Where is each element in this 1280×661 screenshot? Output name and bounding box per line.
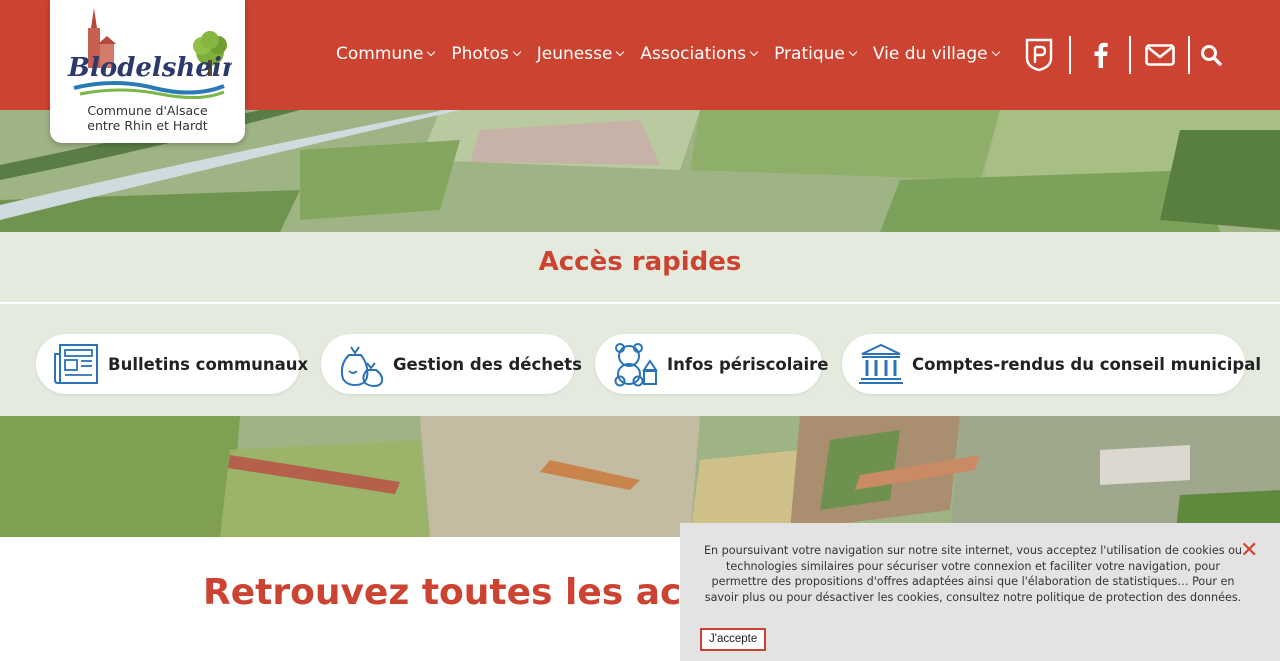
main-nav: Commune Photos Jeunesse Associations Pra… (336, 42, 1016, 66)
logo-subtitle-line2: entre Rhin et Hardt (87, 118, 208, 133)
nav-label: Jeunesse (536, 44, 613, 64)
site-header: Blodelsheim Commune d'Alsace entre Rhin … (0, 0, 1280, 143)
logo-subtitle: Commune d'Alsace entre Rhin et Hardt (50, 103, 245, 133)
cookie-banner: En poursuivant votre navigation sur notr… (680, 523, 1280, 661)
quick-access-panel: Accès rapides Bulletins communaux Gestio… (0, 232, 1280, 416)
quick-link-label: Infos périscolaire (667, 354, 829, 374)
quick-link-dechets[interactable]: Gestion des déchets (321, 334, 582, 394)
chevron-down-icon (616, 47, 625, 57)
header-divider (1129, 36, 1131, 74)
chevron-down-icon (512, 47, 522, 57)
newspaper-icon (52, 341, 100, 387)
town-hall-icon (858, 341, 904, 387)
garbage-bags-icon (337, 341, 385, 387)
quick-link-bulletins[interactable]: Bulletins communaux (36, 334, 308, 394)
svg-text:Blodelsheim: Blodelsheim (67, 53, 232, 83)
nav-item-vie-du-village[interactable]: Vie du village (872, 42, 1000, 66)
quick-link-label: Gestion des déchets (393, 354, 582, 374)
header-divider (1069, 36, 1071, 74)
nav-item-associations[interactable]: Associations (640, 42, 759, 66)
close-icon[interactable]: ✕ (1240, 538, 1258, 563)
accept-cookies-button[interactable]: J'accepte (700, 628, 767, 651)
quick-link-label: Bulletins communaux (108, 354, 309, 374)
cookie-text: En poursuivant votre navigation sur notr… (703, 544, 1243, 604)
logo-subtitle-line1: Commune d'Alsace (87, 103, 208, 118)
site-logo[interactable]: Blodelsheim Commune d'Alsace entre Rhin … (50, 0, 245, 143)
hero-aerial-photo: Accès rapides Bulletins communaux Gestio… (0, 110, 1280, 537)
divider (0, 302, 1280, 304)
header-divider (1188, 36, 1190, 74)
quick-link-label: Comptes-rendus du conseil municipal (912, 354, 1262, 374)
nav-item-photos[interactable]: Photos (451, 42, 522, 66)
nav-item-pratique[interactable]: Pratique (774, 42, 858, 66)
nav-item-jeunesse[interactable]: Jeunesse (536, 42, 625, 66)
panneaupocket-icon[interactable] (1022, 36, 1056, 74)
nav-label: Photos (451, 44, 509, 64)
logo-wordmark: Blodelsheim (67, 53, 232, 83)
chevron-down-icon (848, 47, 858, 57)
teddy-bear-icon (611, 341, 659, 387)
nav-label: Commune (336, 44, 424, 64)
nav-label: Pratique (774, 44, 845, 64)
chevron-down-icon (991, 47, 1000, 57)
nav-label: Vie du village (872, 44, 988, 64)
nav-item-commune[interactable]: Commune (336, 42, 436, 66)
search-icon[interactable] (1199, 36, 1223, 74)
chevron-down-icon (749, 47, 759, 57)
quick-link-conseil-municipal[interactable]: Comptes-rendus du conseil municipal (842, 334, 1261, 394)
mail-icon[interactable] (1144, 36, 1176, 74)
nav-label: Associations (640, 44, 747, 64)
facebook-icon[interactable] (1088, 36, 1114, 74)
chevron-down-icon (427, 47, 436, 57)
quick-link-periscolaire[interactable]: Infos périscolaire (595, 334, 828, 394)
quick-access-title: Accès rapides (538, 247, 742, 277)
